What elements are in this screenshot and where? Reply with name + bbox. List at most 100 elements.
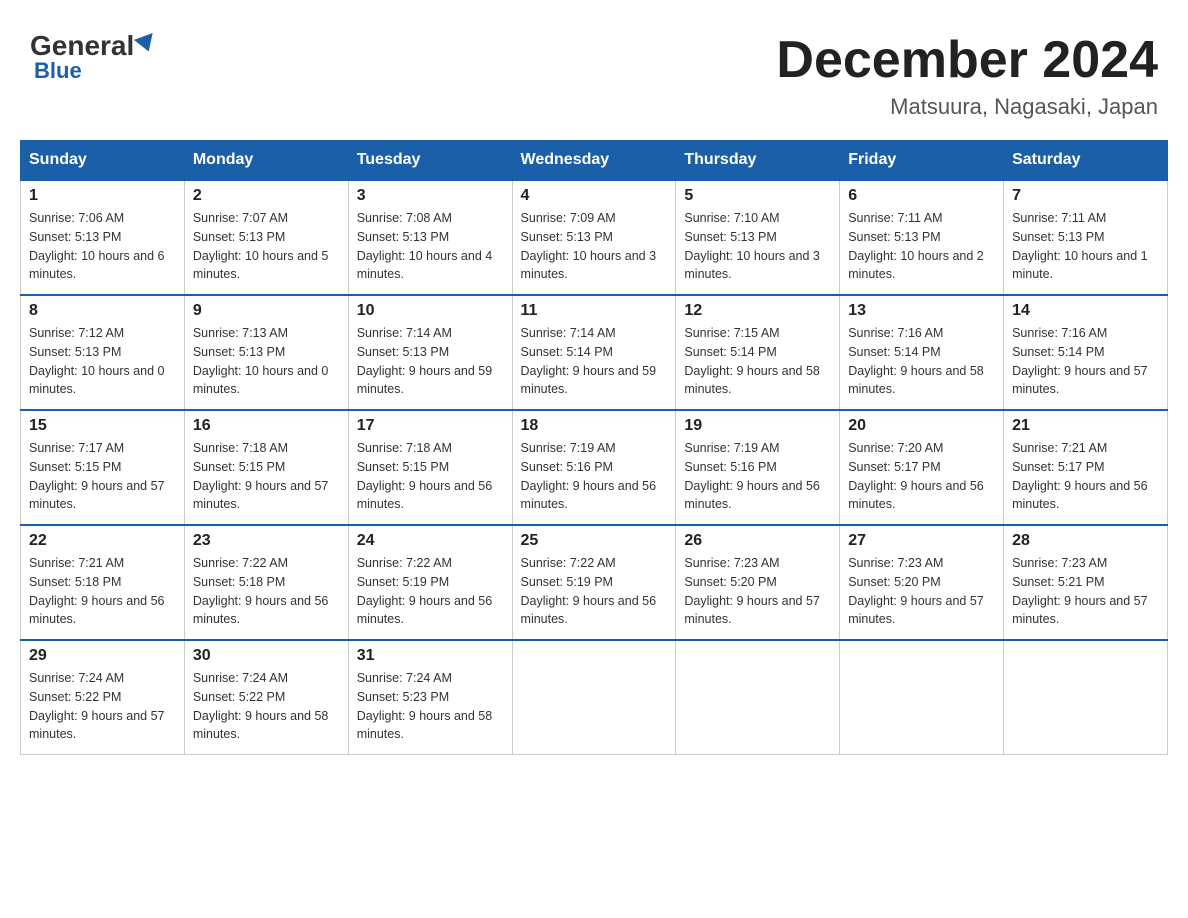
day-info: Sunrise: 7:08 AM Sunset: 5:13 PM Dayligh… [357,209,504,284]
day-number: 24 [357,532,504,550]
day-number: 2 [193,187,340,205]
day-info: Sunrise: 7:16 AM Sunset: 5:14 PM Dayligh… [848,324,995,399]
calendar-cell: 12 Sunrise: 7:15 AM Sunset: 5:14 PM Dayl… [676,295,840,410]
day-number: 28 [1012,532,1159,550]
day-number: 19 [684,417,831,435]
day-info: Sunrise: 7:11 AM Sunset: 5:13 PM Dayligh… [848,209,995,284]
logo-blue-text: Blue [34,58,82,84]
calendar-cell: 8 Sunrise: 7:12 AM Sunset: 5:13 PM Dayli… [21,295,185,410]
calendar-cell: 21 Sunrise: 7:21 AM Sunset: 5:17 PM Dayl… [1004,410,1168,525]
day-info: Sunrise: 7:18 AM Sunset: 5:15 PM Dayligh… [357,439,504,514]
calendar-cell: 25 Sunrise: 7:22 AM Sunset: 5:19 PM Dayl… [512,525,676,640]
calendar-cell: 10 Sunrise: 7:14 AM Sunset: 5:13 PM Dayl… [348,295,512,410]
day-number: 6 [848,187,995,205]
calendar-cell [840,640,1004,755]
calendar-cell: 24 Sunrise: 7:22 AM Sunset: 5:19 PM Dayl… [348,525,512,640]
day-info: Sunrise: 7:21 AM Sunset: 5:17 PM Dayligh… [1012,439,1159,514]
col-header-monday: Monday [184,141,348,181]
calendar-cell: 7 Sunrise: 7:11 AM Sunset: 5:13 PM Dayli… [1004,180,1168,295]
logo-triangle-icon [134,33,158,55]
calendar-cell [1004,640,1168,755]
day-info: Sunrise: 7:17 AM Sunset: 5:15 PM Dayligh… [29,439,176,514]
day-number: 3 [357,187,504,205]
day-number: 22 [29,532,176,550]
day-info: Sunrise: 7:22 AM Sunset: 5:19 PM Dayligh… [357,554,504,629]
col-header-wednesday: Wednesday [512,141,676,181]
day-number: 29 [29,647,176,665]
calendar-week-row: 15 Sunrise: 7:17 AM Sunset: 5:15 PM Dayl… [21,410,1168,525]
calendar-cell: 13 Sunrise: 7:16 AM Sunset: 5:14 PM Dayl… [840,295,1004,410]
day-info: Sunrise: 7:09 AM Sunset: 5:13 PM Dayligh… [521,209,668,284]
day-info: Sunrise: 7:22 AM Sunset: 5:18 PM Dayligh… [193,554,340,629]
day-info: Sunrise: 7:16 AM Sunset: 5:14 PM Dayligh… [1012,324,1159,399]
day-info: Sunrise: 7:24 AM Sunset: 5:23 PM Dayligh… [357,669,504,744]
day-number: 18 [521,417,668,435]
day-info: Sunrise: 7:14 AM Sunset: 5:13 PM Dayligh… [357,324,504,399]
day-info: Sunrise: 7:15 AM Sunset: 5:14 PM Dayligh… [684,324,831,399]
calendar-cell: 6 Sunrise: 7:11 AM Sunset: 5:13 PM Dayli… [840,180,1004,295]
day-number: 25 [521,532,668,550]
day-number: 20 [848,417,995,435]
day-number: 16 [193,417,340,435]
calendar-table: SundayMondayTuesdayWednesdayThursdayFrid… [20,140,1168,755]
day-info: Sunrise: 7:23 AM Sunset: 5:21 PM Dayligh… [1012,554,1159,629]
title-section: December 2024 Matsuura, Nagasaki, Japan [776,30,1158,120]
calendar-cell: 31 Sunrise: 7:24 AM Sunset: 5:23 PM Dayl… [348,640,512,755]
day-info: Sunrise: 7:22 AM Sunset: 5:19 PM Dayligh… [521,554,668,629]
calendar-week-row: 29 Sunrise: 7:24 AM Sunset: 5:22 PM Dayl… [21,640,1168,755]
day-info: Sunrise: 7:13 AM Sunset: 5:13 PM Dayligh… [193,324,340,399]
calendar-cell [512,640,676,755]
calendar-cell: 16 Sunrise: 7:18 AM Sunset: 5:15 PM Dayl… [184,410,348,525]
calendar-cell: 4 Sunrise: 7:09 AM Sunset: 5:13 PM Dayli… [512,180,676,295]
calendar-cell: 22 Sunrise: 7:21 AM Sunset: 5:18 PM Dayl… [21,525,185,640]
day-info: Sunrise: 7:11 AM Sunset: 5:13 PM Dayligh… [1012,209,1159,284]
day-info: Sunrise: 7:20 AM Sunset: 5:17 PM Dayligh… [848,439,995,514]
col-header-friday: Friday [840,141,1004,181]
col-header-tuesday: Tuesday [348,141,512,181]
calendar-cell: 30 Sunrise: 7:24 AM Sunset: 5:22 PM Dayl… [184,640,348,755]
calendar-cell: 11 Sunrise: 7:14 AM Sunset: 5:14 PM Dayl… [512,295,676,410]
calendar-cell: 19 Sunrise: 7:19 AM Sunset: 5:16 PM Dayl… [676,410,840,525]
day-number: 17 [357,417,504,435]
calendar-cell: 17 Sunrise: 7:18 AM Sunset: 5:15 PM Dayl… [348,410,512,525]
calendar-cell: 18 Sunrise: 7:19 AM Sunset: 5:16 PM Dayl… [512,410,676,525]
calendar-cell: 28 Sunrise: 7:23 AM Sunset: 5:21 PM Dayl… [1004,525,1168,640]
day-number: 9 [193,302,340,320]
day-number: 4 [521,187,668,205]
day-number: 23 [193,532,340,550]
day-number: 7 [1012,187,1159,205]
calendar-cell: 1 Sunrise: 7:06 AM Sunset: 5:13 PM Dayli… [21,180,185,295]
page-header: General Blue December 2024 Matsuura, Nag… [20,20,1168,120]
month-title: December 2024 [776,30,1158,90]
day-info: Sunrise: 7:12 AM Sunset: 5:13 PM Dayligh… [29,324,176,399]
calendar-week-row: 22 Sunrise: 7:21 AM Sunset: 5:18 PM Dayl… [21,525,1168,640]
day-info: Sunrise: 7:23 AM Sunset: 5:20 PM Dayligh… [848,554,995,629]
col-header-thursday: Thursday [676,141,840,181]
calendar-cell: 2 Sunrise: 7:07 AM Sunset: 5:13 PM Dayli… [184,180,348,295]
day-number: 10 [357,302,504,320]
day-info: Sunrise: 7:06 AM Sunset: 5:13 PM Dayligh… [29,209,176,284]
calendar-cell: 5 Sunrise: 7:10 AM Sunset: 5:13 PM Dayli… [676,180,840,295]
calendar-cell: 29 Sunrise: 7:24 AM Sunset: 5:22 PM Dayl… [21,640,185,755]
calendar-cell [676,640,840,755]
day-number: 11 [521,302,668,320]
day-info: Sunrise: 7:23 AM Sunset: 5:20 PM Dayligh… [684,554,831,629]
calendar-cell: 9 Sunrise: 7:13 AM Sunset: 5:13 PM Dayli… [184,295,348,410]
calendar-week-row: 1 Sunrise: 7:06 AM Sunset: 5:13 PM Dayli… [21,180,1168,295]
calendar-cell: 20 Sunrise: 7:20 AM Sunset: 5:17 PM Dayl… [840,410,1004,525]
logo: General Blue [30,30,156,84]
day-info: Sunrise: 7:21 AM Sunset: 5:18 PM Dayligh… [29,554,176,629]
day-number: 8 [29,302,176,320]
day-number: 14 [1012,302,1159,320]
day-info: Sunrise: 7:19 AM Sunset: 5:16 PM Dayligh… [521,439,668,514]
calendar-cell: 27 Sunrise: 7:23 AM Sunset: 5:20 PM Dayl… [840,525,1004,640]
day-number: 1 [29,187,176,205]
location-label: Matsuura, Nagasaki, Japan [776,94,1158,120]
calendar-cell: 26 Sunrise: 7:23 AM Sunset: 5:20 PM Dayl… [676,525,840,640]
day-number: 12 [684,302,831,320]
calendar-cell: 15 Sunrise: 7:17 AM Sunset: 5:15 PM Dayl… [21,410,185,525]
day-number: 21 [1012,417,1159,435]
calendar-cell: 23 Sunrise: 7:22 AM Sunset: 5:18 PM Dayl… [184,525,348,640]
day-number: 31 [357,647,504,665]
day-info: Sunrise: 7:24 AM Sunset: 5:22 PM Dayligh… [193,669,340,744]
